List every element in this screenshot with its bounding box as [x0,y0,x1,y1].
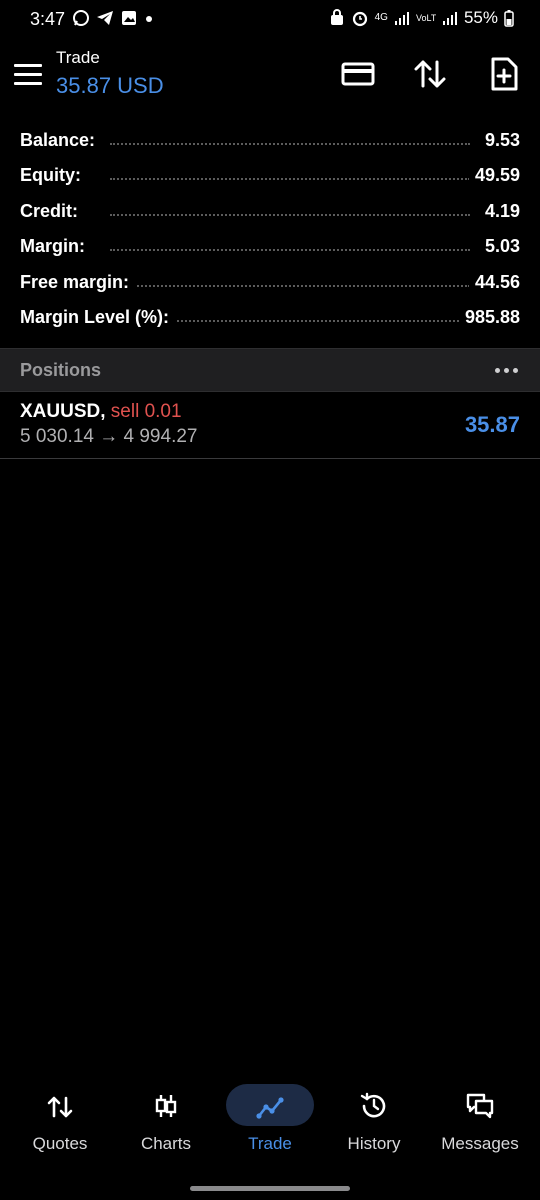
nav-item-messages[interactable]: Messages [426,1078,534,1168]
network-type-label: 4G [374,12,388,23]
trade-icon [256,1097,284,1119]
summary-label: Credit: [20,200,84,222]
summary-value: 5.03 [478,236,520,258]
messages-icon [466,1093,494,1119]
summary-row-credit: Credit: 4.19 [0,196,540,231]
battery-percent: 55% [463,8,498,27]
account-profit: 35.87 USD [56,73,164,98]
nav-item-quotes[interactable]: Quotes [6,1078,114,1168]
summary-label: Margin: [20,236,91,258]
summary-row-margin: Margin: 5.03 [0,231,540,266]
nav-label: History [347,1134,401,1153]
nav-item-trade[interactable]: Trade [216,1078,324,1168]
position-prices: 5 030.14 → 4 994.27 [20,426,198,447]
position-side: sell 0.01 [110,401,182,422]
more-options-icon[interactable] [495,368,518,373]
sort-icon[interactable] [412,56,448,92]
summary-label: Margin Level (%): [20,306,176,328]
status-bar: 3:47 4G VoLTE2 55% [0,0,540,40]
summary-label: Free margin: [20,271,136,293]
status-time: 3:47 [30,9,66,29]
position-symbol: XAUUSD, [20,401,106,422]
whatsapp-icon [73,10,89,26]
nav-label: Trade [248,1134,292,1153]
battery-icon [504,10,514,27]
menu-button[interactable] [14,64,42,86]
alarm-icon [352,11,367,27]
quotes-icon [47,1096,73,1118]
telegram-icon [97,11,113,25]
summary-row-margin-level: Margin Level (%): 985.88 [0,302,540,337]
positions-header: Positions [0,348,540,392]
position-row[interactable]: XAUUSD, sell 0.01 5 030.14 → 4 994.27 35… [0,392,540,459]
charts-icon [155,1095,177,1117]
summary-label: Equity: [20,165,87,187]
notification-dot-icon [146,16,152,22]
signal-2-icon [442,12,457,25]
summary-row-balance: Balance: 9.53 [0,125,540,160]
hamburger-icon [14,64,42,67]
app-header: Trade 35.87 USD [0,40,540,110]
page-title: Trade [56,48,100,67]
positions-title: Positions [20,360,102,380]
nav-item-charts[interactable]: Charts [112,1078,220,1168]
home-indicator[interactable] [190,1186,350,1191]
volte-label: VoLTE2 [415,13,436,23]
signal-icon [394,12,409,25]
new-order-icon[interactable] [486,56,522,92]
summary-value: 985.88 [458,306,520,328]
summary-value: 49.59 [468,165,520,187]
summary-value: 9.53 [478,130,520,151]
bottom-nav: Quotes Charts Trade History Messages [0,1078,540,1168]
summary-label: Balance: [20,130,102,151]
position-profit: 35.87 [464,412,520,437]
account-summary: Balance: 9.53 Equity: 49.59 Credit: 4.19… [0,125,540,337]
deposit-card-icon[interactable] [340,56,376,92]
summary-row-equity: Equity: 49.59 [0,160,540,195]
nav-item-history[interactable]: History [320,1078,428,1168]
history-icon [360,1092,386,1118]
nav-label: Messages [441,1134,519,1153]
summary-row-free-margin: Free margin: 44.56 [0,267,540,302]
nav-label: Quotes [32,1134,88,1153]
summary-value: 44.56 [468,271,520,293]
alarm-lock-icon [330,9,343,25]
gallery-icon [122,11,136,25]
nav-label: Charts [140,1134,192,1153]
summary-value: 4.19 [478,200,520,222]
